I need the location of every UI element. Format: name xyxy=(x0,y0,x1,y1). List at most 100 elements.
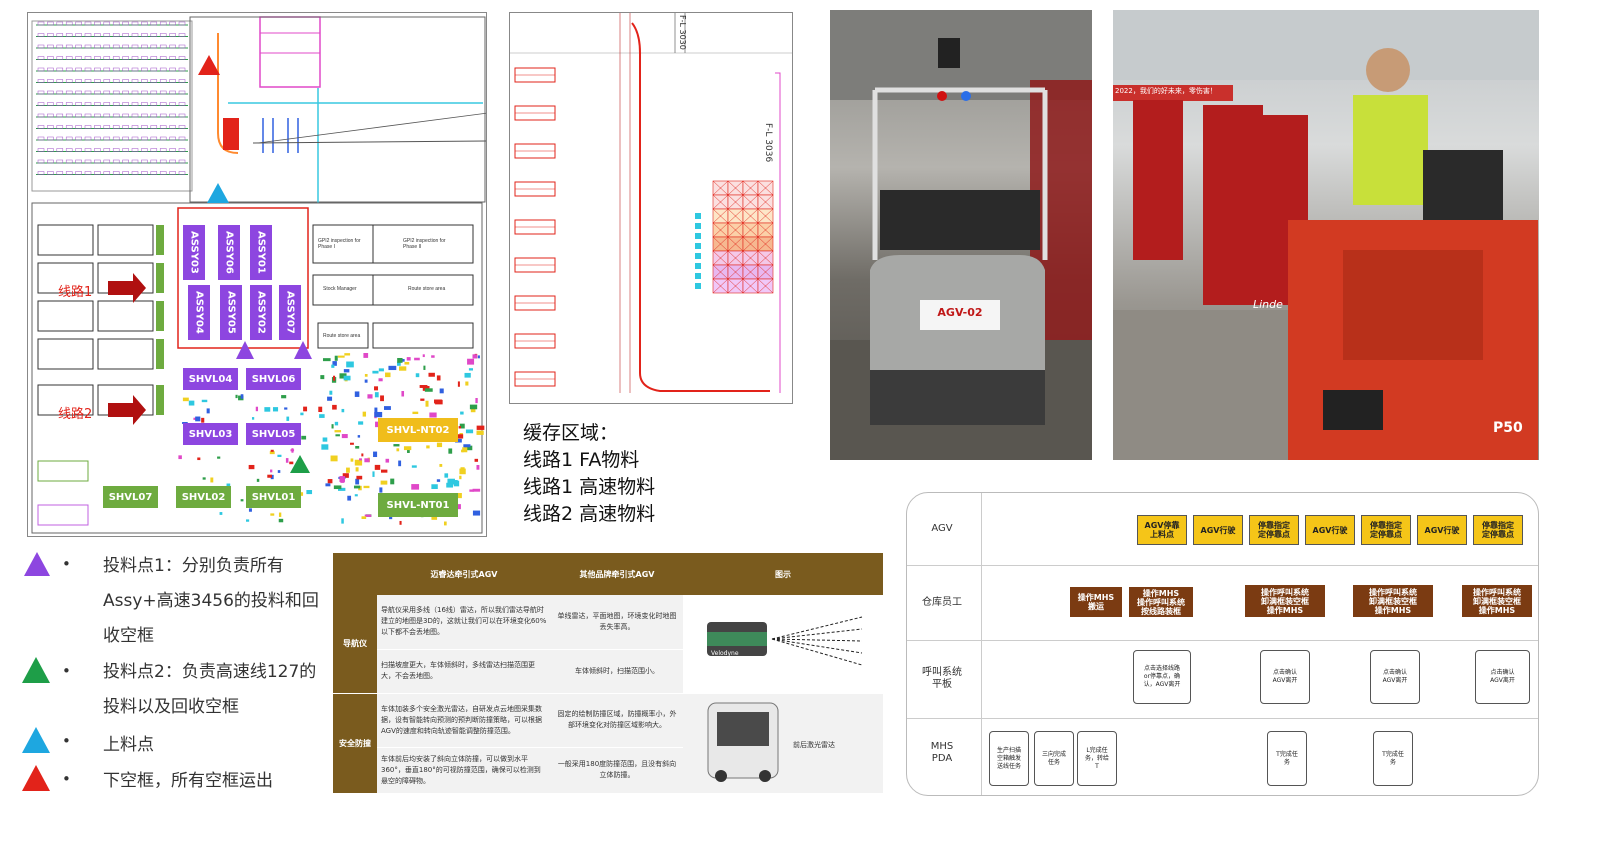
process-swimlane: AGV 仓库员工 呼叫系统 平板 MHS PDA AGV停靠 上料点 AGV行驶… xyxy=(906,492,1539,796)
shvl-station: SHVL04 xyxy=(183,368,238,390)
agv-photo: AGV-02 xyxy=(830,10,1092,460)
equipment-mark xyxy=(465,381,469,386)
safety-banner: 2022，我们的好未来，零伤害！ xyxy=(1115,87,1217,95)
shvl-station: SHVL02 xyxy=(176,486,231,508)
equipment-mark xyxy=(319,414,325,418)
equipment-mark xyxy=(341,408,345,413)
equipment-mark xyxy=(457,381,460,387)
equipment-mark xyxy=(346,467,350,473)
cyan-triangle-icon xyxy=(22,727,50,753)
operator-illustration xyxy=(1113,10,1539,460)
equipment-mark xyxy=(458,426,462,429)
assy-bay: ASSY01 xyxy=(250,225,272,280)
equipment-mark xyxy=(284,407,288,410)
buffer-zone-drawing xyxy=(510,13,792,393)
equipment-mark xyxy=(422,354,425,358)
equipment-mark xyxy=(373,451,378,458)
equipment-mark xyxy=(476,465,480,470)
equipment-mark xyxy=(467,358,475,365)
buffer-description: 缓存区域： 线路1 FA物料 线路1 高速物料 线路2 高速物料 xyxy=(523,420,655,528)
legend-text: 投料点1：分别负责所有Assy+高速3456的投料和回收空框 xyxy=(103,556,319,646)
equipment-mark xyxy=(340,480,345,483)
pda-step: L完成任 务，转给 T xyxy=(1077,731,1117,786)
equipment-mark xyxy=(459,475,462,480)
equipment-mark xyxy=(397,357,403,363)
equipment-mark xyxy=(201,417,205,423)
equipment-mark xyxy=(334,430,342,433)
equipment-mark xyxy=(322,358,331,362)
green-triangle-icon xyxy=(22,657,50,683)
equipment-mark xyxy=(362,411,367,417)
zone-label: F-L 3036 xyxy=(763,123,773,163)
equipment-mark xyxy=(277,470,281,473)
equipment-mark xyxy=(178,455,182,460)
route-2-label: 线路2 xyxy=(58,407,93,422)
equipment-mark xyxy=(472,510,481,516)
forklift-brand: Linde xyxy=(1253,298,1283,311)
pda-step: T完成任 务 xyxy=(1373,731,1413,786)
equipment-mark xyxy=(335,434,340,437)
equipment-mark xyxy=(426,445,430,449)
equipment-mark xyxy=(374,464,381,470)
room-label: Route store area xyxy=(323,333,361,339)
equipment-mark xyxy=(425,400,429,407)
equipment-mark xyxy=(357,435,361,438)
shvl-station: SHVL05 xyxy=(246,423,301,445)
equipment-mark xyxy=(436,442,443,448)
purple-triangle-icon xyxy=(24,552,50,576)
equipment-mark xyxy=(264,407,271,412)
equipment-mark xyxy=(399,366,407,371)
equipment-mark xyxy=(476,430,484,435)
equipment-mark xyxy=(428,372,435,377)
equipment-mark xyxy=(415,373,420,378)
equipment-mark xyxy=(424,388,433,392)
equipment-mark xyxy=(364,379,368,383)
equipment-mark xyxy=(217,456,221,459)
equipment-mark xyxy=(363,485,370,489)
equipment-mark xyxy=(388,365,397,371)
shvl-station: SHVL06 xyxy=(246,368,301,390)
equipment-mark xyxy=(361,516,367,520)
equipment-mark xyxy=(350,442,354,445)
assy-bay: ASSY07 xyxy=(279,285,301,340)
equipment-mark xyxy=(278,518,284,523)
equipment-mark xyxy=(248,464,255,470)
equipment-mark xyxy=(354,459,363,466)
equipment-mark xyxy=(300,412,304,416)
tablet-step: 点击确认 AGV离开 xyxy=(1260,650,1310,704)
section-name: 安全防撞 xyxy=(333,693,377,794)
table-cell: 导航仪采用多线（16线）雷达，所以我们雷达导航时建立的地图是3D的，这就让我们可… xyxy=(377,595,551,650)
equipment-mark xyxy=(303,406,308,412)
equipment-mark xyxy=(457,492,462,499)
equipment-mark xyxy=(210,477,214,483)
equipment-mark xyxy=(374,392,379,398)
equipment-mark xyxy=(355,445,360,449)
equipment-mark xyxy=(202,477,206,480)
equipment-mark xyxy=(188,400,195,406)
tablet-step: 点击选择线路 or停靠点，确 认，AGV离开 xyxy=(1133,650,1191,704)
equipment-mark xyxy=(248,508,252,512)
equipment-mark xyxy=(372,370,379,374)
legend-text: 上料点 xyxy=(103,735,154,755)
equipment-mark xyxy=(380,480,388,485)
bullet: • xyxy=(62,732,71,750)
equipment-mark xyxy=(439,463,443,467)
lidar-icon xyxy=(707,616,863,666)
header-cell: 图示 xyxy=(683,553,883,595)
equipment-mark xyxy=(423,365,426,370)
equipment-mark xyxy=(447,478,455,485)
equipment-mark xyxy=(380,395,384,402)
equipment-mark xyxy=(353,485,361,489)
buffer-line: 线路1 FA物料 xyxy=(523,449,640,471)
equipment-mark xyxy=(341,434,348,439)
assy-bay: ASSY02 xyxy=(250,285,272,340)
equipment-mark xyxy=(403,446,412,451)
agv-step: AGV行驶 xyxy=(1305,515,1355,545)
equipment-mark xyxy=(350,458,354,462)
equipment-mark xyxy=(380,469,388,473)
lane-title: 仓库员工 xyxy=(922,597,962,608)
equipment-mark xyxy=(364,374,368,377)
pda-step: 生产扫描 空箱触发 送线任务 xyxy=(989,731,1029,786)
equipment-mark xyxy=(475,397,478,404)
equipment-mark xyxy=(358,421,364,425)
